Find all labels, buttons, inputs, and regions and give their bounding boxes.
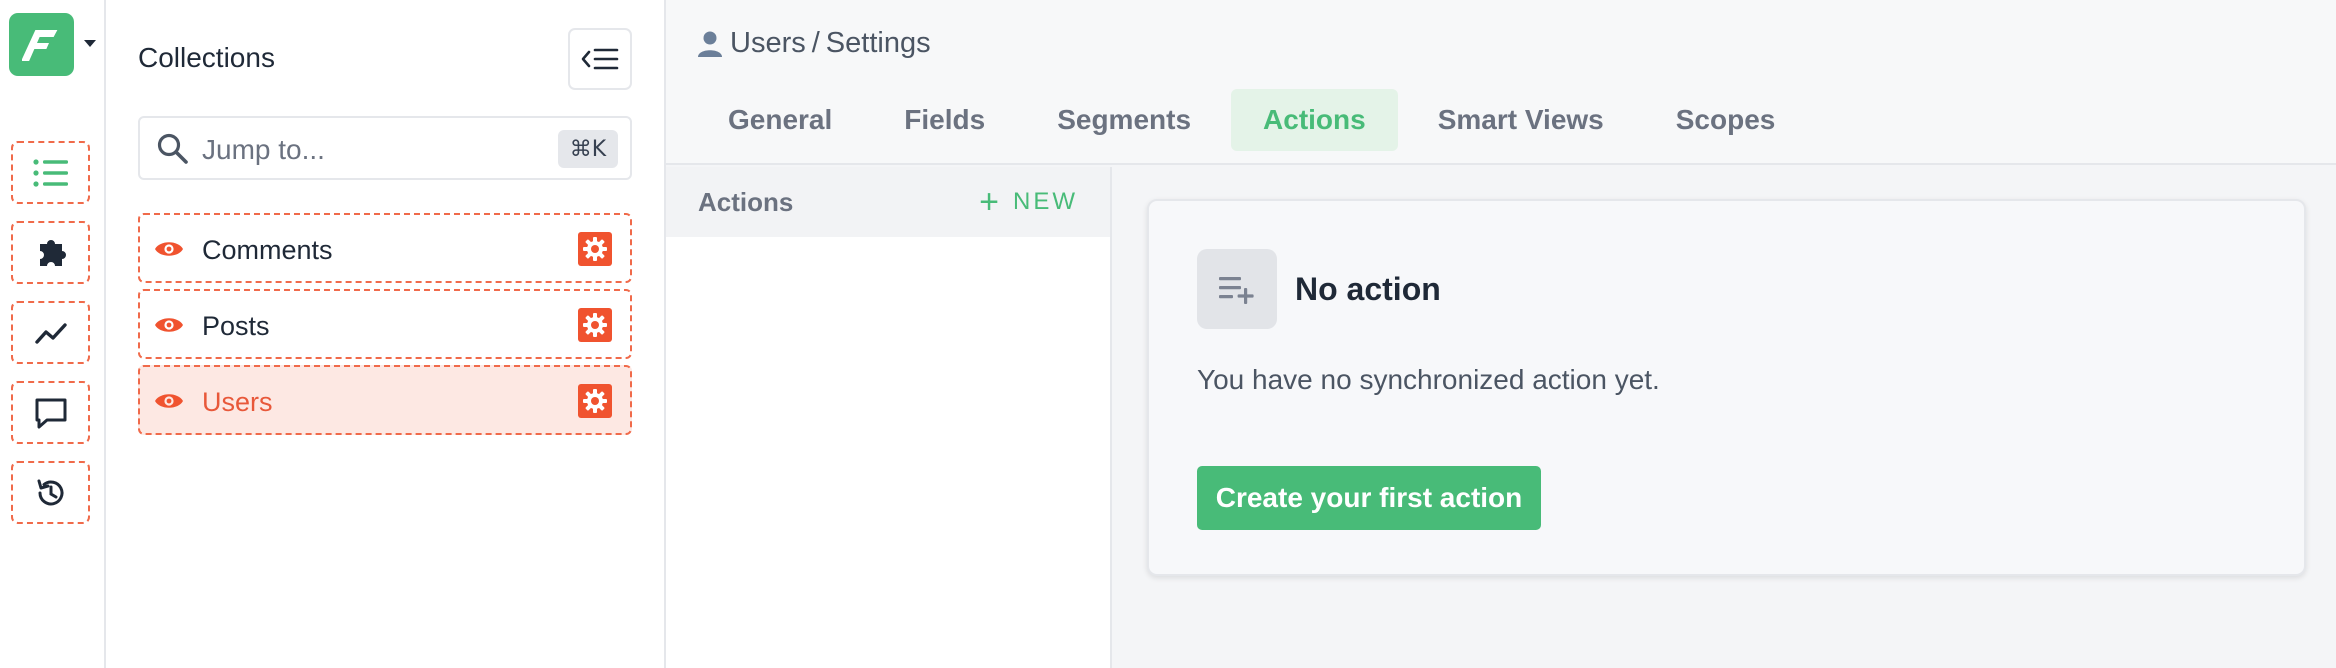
rail-analytics-button[interactable] xyxy=(11,301,90,364)
forest-admin-logo[interactable] xyxy=(9,13,74,76)
chevron-down-icon[interactable] xyxy=(84,40,96,47)
user-icon xyxy=(698,31,722,57)
collapse-menu-icon xyxy=(581,48,619,70)
playlist-add-icon xyxy=(1197,249,1277,329)
chat-icon xyxy=(35,398,66,428)
gear-icon xyxy=(583,313,607,337)
jump-to-search[interactable]: Jump to... ⌘K xyxy=(138,116,632,180)
collection-item-label: Posts xyxy=(202,311,270,341)
rail-messages-button[interactable] xyxy=(11,381,90,444)
breadcrumb: Users / Settings xyxy=(696,27,931,60)
create-first-action-button[interactable]: Create your first action xyxy=(1197,466,1541,530)
tab-segments[interactable]: Segments xyxy=(1025,89,1223,151)
actions-list-header: Actions + NEW xyxy=(666,167,1110,237)
empty-state-card: No action You have no synchronized actio… xyxy=(1147,199,2306,576)
settings-tabs: General Fields Segments Actions Smart Vi… xyxy=(696,89,1815,151)
rail-integrations-button[interactable] xyxy=(11,221,90,284)
eye-icon[interactable] xyxy=(154,313,184,337)
list-icon xyxy=(32,158,68,187)
puzzle-icon xyxy=(39,239,66,266)
chart-line-icon xyxy=(34,322,67,344)
plus-icon: + xyxy=(979,183,999,221)
keyboard-shortcut-badge: ⌘K xyxy=(558,130,618,168)
eye-icon[interactable] xyxy=(154,389,184,413)
collections-title: Collections xyxy=(138,42,275,73)
empty-state-title: No action xyxy=(1295,271,1441,307)
actions-list-panel: Actions + NEW xyxy=(666,167,1112,668)
new-action-button[interactable]: + NEW xyxy=(979,185,1078,219)
tab-fields[interactable]: Fields xyxy=(872,89,1017,151)
collection-item-label: Comments xyxy=(202,235,333,265)
eye-icon[interactable] xyxy=(154,237,184,261)
tab-scopes[interactable]: Scopes xyxy=(1644,89,1808,151)
collection-item-posts[interactable]: Posts xyxy=(138,289,632,359)
tab-smart-views[interactable]: Smart Views xyxy=(1406,89,1636,151)
collection-item-label: Users xyxy=(202,387,273,417)
gear-icon xyxy=(583,237,607,261)
history-icon xyxy=(37,479,63,505)
icon-rail xyxy=(0,0,106,668)
search-input[interactable]: Jump to... xyxy=(202,134,325,166)
gear-icon xyxy=(583,389,607,413)
new-action-label: NEW xyxy=(1013,188,1078,215)
collection-item-comments[interactable]: Comments xyxy=(138,213,632,283)
rail-history-button[interactable] xyxy=(11,461,90,524)
collection-settings-button[interactable] xyxy=(578,308,612,342)
tab-actions[interactable]: Actions xyxy=(1231,89,1398,151)
page-header: Users / Settings General Fields Segments… xyxy=(666,0,2336,165)
empty-state-description: You have no synchronized action yet. xyxy=(1197,364,1660,395)
collection-settings-button[interactable] xyxy=(578,384,612,418)
collection-settings-button[interactable] xyxy=(578,232,612,266)
search-icon xyxy=(156,132,190,166)
actions-list-title: Actions xyxy=(698,187,794,217)
rail-collections-button[interactable] xyxy=(11,141,90,204)
breadcrumb-collection[interactable]: Users xyxy=(730,27,806,60)
breadcrumb-separator: / xyxy=(811,27,820,59)
logo-f-icon xyxy=(21,29,57,61)
collapse-sidebar-button[interactable] xyxy=(568,28,632,90)
breadcrumb-page: Settings xyxy=(825,27,931,59)
main-content: Users / Settings General Fields Segments… xyxy=(666,0,2336,668)
tab-general[interactable]: General xyxy=(696,89,864,151)
collections-panel: Collections Jump to... ⌘K Comments Posts… xyxy=(106,0,666,668)
collection-item-users[interactable]: Users xyxy=(138,365,632,435)
